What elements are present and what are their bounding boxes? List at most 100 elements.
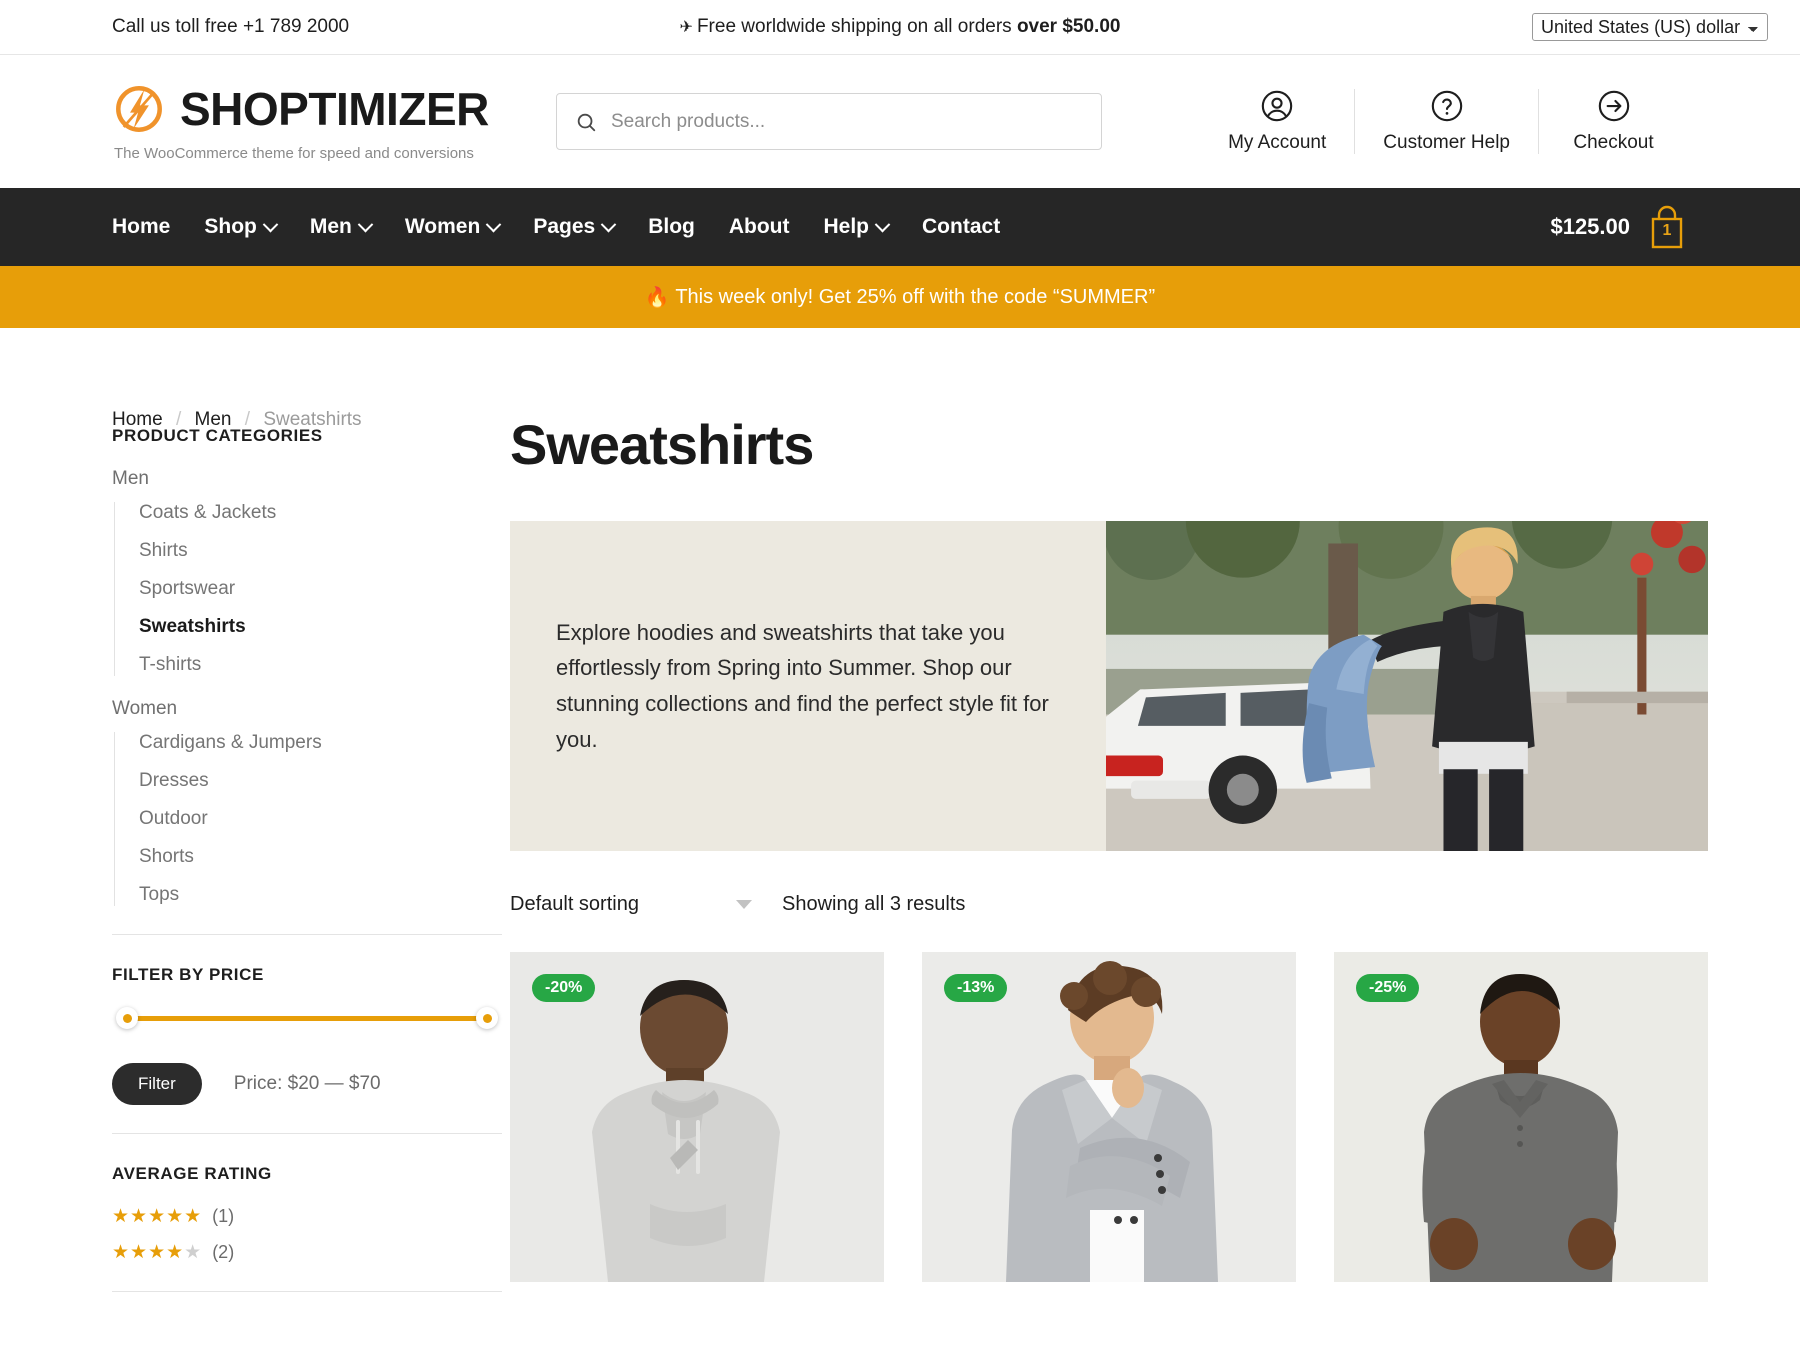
sidebar: Product Categories Men Coats & Jackets S… (112, 390, 502, 1322)
category-children-men: Coats & Jackets Shirts Sportswear Sweats… (114, 502, 502, 676)
hero-description: Explore hoodies and sweatshirts that tak… (556, 619, 1049, 752)
nav-label: Contact (922, 215, 1001, 238)
star-rating-icon: ★★★★★ (112, 1242, 203, 1263)
search-box[interactable] (556, 93, 1102, 150)
my-account-button[interactable]: My Account (1200, 89, 1354, 154)
rating-filter-4-star[interactable]: ★★★★★ (2) (112, 1242, 502, 1263)
nav-item-contact[interactable]: Contact (922, 215, 1000, 239)
chevron-down-icon (736, 900, 752, 909)
shopping-bag-icon: 1 (1646, 204, 1688, 250)
brand-tagline: The WooCommerce theme for speed and conv… (114, 144, 474, 162)
product-card[interactable]: -13% (922, 952, 1296, 1282)
sort-selected-label: Default sorting (510, 893, 639, 915)
discount-badge: -25% (1356, 974, 1420, 1002)
customer-help-button[interactable]: Customer Help (1354, 89, 1538, 154)
products-toolbar: Default sorting Showing all 3 results (510, 893, 1708, 916)
nav-item-women[interactable]: Women (405, 215, 502, 239)
brand-logo[interactable]: SHOPTIMIZER The WooCommerce theme for sp… (112, 82, 532, 162)
main-navigation: Home Shop Men Women Pages Blog About Hel… (0, 188, 1800, 266)
nav-item-blog[interactable]: Blog (648, 215, 695, 239)
nav-label: Help (823, 215, 870, 238)
hero-text-panel: Explore hoodies and sweatshirts that tak… (510, 521, 1106, 851)
search-container (556, 93, 1102, 150)
chevron-down-icon (600, 216, 617, 232)
cart-total: $125.00 (1550, 214, 1630, 239)
nav-item-shop[interactable]: Shop (204, 215, 279, 239)
search-icon (577, 113, 596, 131)
search-input[interactable] (611, 110, 1083, 133)
chevron-down-icon (262, 216, 279, 232)
category-children-women: Cardigans & Jumpers Dresses Outdoor Shor… (114, 732, 502, 906)
filter-button[interactable]: Filter (112, 1063, 202, 1105)
user-circle-icon (1261, 90, 1293, 122)
main-column: Sweatshirts Explore hoodies and sweatshi… (502, 390, 1708, 1322)
brand-name: SHOPTIMIZER (180, 82, 489, 135)
average-rating-title: Average Rating (112, 1164, 272, 1183)
rating-filter-5-star[interactable]: ★★★★★ (1) (112, 1206, 502, 1227)
sidebar-item-sportswear[interactable]: Sportswear (139, 578, 502, 600)
checkout-label: Checkout (1573, 132, 1654, 153)
chevron-down-icon (357, 216, 374, 232)
checkout-button[interactable]: Checkout (1538, 89, 1688, 154)
shipping-text: Free worldwide shipping on all orders (696, 16, 1017, 37)
sidebar-item-coats-jackets[interactable]: Coats & Jackets (139, 502, 502, 524)
divider (112, 934, 502, 935)
sidebar-item-outdoor[interactable]: Outdoor (139, 808, 502, 830)
phone-number: Call us toll free +1 789 2000 (112, 16, 350, 37)
chevron-down-icon (486, 216, 502, 232)
sidebar-item-women[interactable]: Women (112, 698, 502, 720)
breadcrumb-parent[interactable]: Men (195, 409, 232, 430)
nav-item-pages[interactable]: Pages (533, 215, 617, 239)
nav-label: Home (112, 215, 171, 238)
breadcrumb: Home / Men / Sweatshirts (112, 373, 362, 431)
product-card[interactable]: -20% (510, 952, 884, 1282)
nav-item-men[interactable]: Men (309, 215, 374, 239)
nav-items: Home Shop Men Women Pages Blog About Hel… (112, 215, 1034, 239)
filter-by-price-title: Filter By Price (112, 965, 264, 984)
nav-label: Men (309, 215, 352, 238)
sidebar-item-shirts[interactable]: Shirts (139, 540, 502, 562)
airplane-icon: ✈ (679, 19, 693, 36)
sidebar-item-tops[interactable]: Tops (139, 884, 502, 906)
currency-select[interactable]: United States (US) dollar (1532, 13, 1768, 41)
shop-category-page: Call us toll free +1 789 2000 ✈ Free worl… (0, 0, 1800, 1347)
slider-track (124, 1016, 490, 1021)
breadcrumb-home[interactable]: Home (112, 409, 163, 430)
promo-banner[interactable]: 🔥 This week only! Get 25% off with the c… (0, 266, 1800, 328)
shipping-threshold: over $50.00 (1016, 16, 1121, 37)
promo-text: This week only! Get 25% off with the cod… (675, 285, 1156, 308)
my-account-label: My Account (1228, 132, 1327, 153)
nav-item-home[interactable]: Home (112, 215, 170, 239)
price-range-label: Price: $20 — $70 (233, 1073, 381, 1094)
price-range-slider[interactable] (116, 1007, 498, 1029)
product-card[interactable]: -25% (1334, 952, 1708, 1282)
nav-item-about[interactable]: About (729, 215, 790, 239)
fire-icon: 🔥 (644, 286, 670, 309)
top-announcement-bar: Call us toll free +1 789 2000 ✈ Free worl… (0, 0, 1800, 55)
nav-label: Blog (648, 215, 695, 238)
sidebar-item-men[interactable]: Men (112, 468, 502, 490)
page-content: Product Categories Men Coats & Jackets S… (0, 390, 1800, 1322)
rating-count: (1) (212, 1206, 235, 1226)
slider-handle-max[interactable] (476, 1007, 498, 1029)
discount-badge: -20% (532, 974, 596, 1002)
sidebar-item-dresses[interactable]: Dresses (139, 770, 502, 792)
divider (112, 1291, 502, 1292)
chevron-down-icon (874, 216, 891, 232)
cart-button[interactable]: $125.00 1 (1550, 204, 1688, 250)
slider-handle-min[interactable] (116, 1007, 138, 1029)
sidebar-item-shorts[interactable]: Shorts (139, 846, 502, 868)
category-hero-banner: Explore hoodies and sweatshirts that tak… (510, 521, 1708, 851)
question-circle-icon (1431, 90, 1462, 122)
nav-label: Shop (204, 215, 257, 238)
sidebar-item-t-shirts[interactable]: T-shirts (139, 654, 502, 676)
category-group-men: Men Coats & Jackets Shirts Sportswear Sw… (112, 468, 502, 676)
nav-item-help[interactable]: Help (823, 215, 891, 239)
sidebar-item-sweatshirts[interactable]: Sweatshirts (139, 616, 502, 638)
discount-badge: -13% (944, 974, 1008, 1002)
page-title: Sweatshirts (510, 413, 814, 476)
results-count: Showing all 3 results (782, 893, 966, 915)
sidebar-item-cardigans-jumpers[interactable]: Cardigans & Jumpers (139, 732, 502, 754)
sort-select[interactable]: Default sorting (510, 893, 758, 916)
cart-count: 1 (1662, 222, 1672, 239)
